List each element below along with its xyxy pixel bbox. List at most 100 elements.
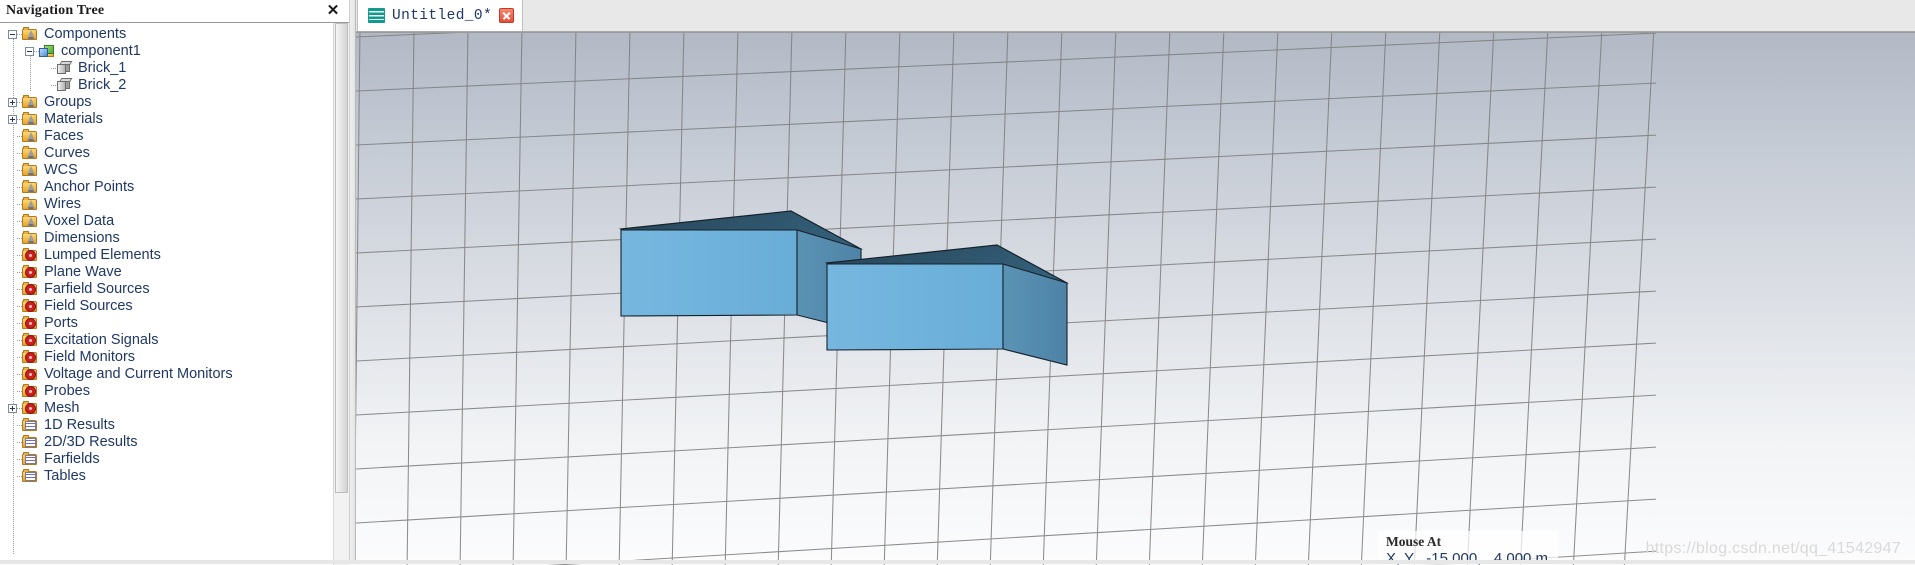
tree-item-component1[interactable]: component1 bbox=[0, 43, 334, 60]
tree-expander-plus[interactable] bbox=[8, 115, 17, 124]
folder-results-icon bbox=[22, 452, 38, 466]
tree-item-wcs[interactable]: WCS bbox=[0, 162, 334, 179]
tree-item-wires[interactable]: Wires bbox=[0, 196, 334, 213]
navigation-tree-list: Components component1 Brick_1 Brick_2 Groups… bbox=[0, 23, 349, 554]
folder-gear-icon bbox=[22, 265, 38, 279]
brick-2-solid bbox=[824, 244, 1069, 366]
tree-expander-plus[interactable] bbox=[8, 404, 17, 413]
tree-item-label: Curves bbox=[44, 145, 90, 161]
tree-item-brick-2[interactable]: Brick_2 bbox=[0, 77, 334, 94]
tree-scrollbar[interactable] bbox=[333, 23, 349, 565]
folder-cone-icon bbox=[22, 163, 38, 177]
tree-item-anchor-points[interactable]: Anchor Points bbox=[0, 179, 334, 196]
navigation-tree-header: Navigation Tree ✕ bbox=[0, 0, 349, 23]
tree-item-materials[interactable]: Materials bbox=[0, 111, 334, 128]
folder-cone-icon bbox=[22, 197, 38, 211]
close-icon[interactable] bbox=[499, 8, 515, 23]
tree-item-label: Faces bbox=[44, 128, 84, 144]
close-icon[interactable]: ✕ bbox=[325, 2, 341, 18]
tree-item-farfields[interactable]: Farfields bbox=[0, 451, 334, 468]
tree-item-label: Lumped Elements bbox=[44, 247, 161, 263]
navigation-tree-panel: Navigation Tree ✕ Components component1 Br… bbox=[0, 0, 349, 565]
3d-scene bbox=[356, 33, 1915, 565]
tree-item-tables[interactable]: Tables bbox=[0, 468, 334, 485]
tree-item-label: Tables bbox=[44, 468, 86, 484]
tree-item-dimensions[interactable]: Dimensions bbox=[0, 230, 334, 247]
tree-item-label: Mesh bbox=[44, 400, 80, 416]
tab-untitled-0[interactable]: Untitled_0* bbox=[357, 0, 524, 31]
brick-icon bbox=[56, 61, 73, 75]
folder-gear-icon bbox=[22, 401, 38, 415]
folder-results-icon bbox=[22, 435, 38, 449]
tree-item-plane-wave[interactable]: Plane Wave bbox=[0, 264, 334, 281]
tab-label: Untitled_0* bbox=[392, 7, 493, 24]
folder-cone-icon bbox=[22, 146, 38, 160]
tree-item-label: Excitation Signals bbox=[44, 332, 159, 348]
application-window: Navigation Tree ✕ Components component1 Br… bbox=[0, 0, 1915, 565]
tree-item-voltage-and-current-monitors[interactable]: Voltage and Current Monitors bbox=[0, 366, 334, 383]
tree-item-label: 1D Results bbox=[44, 417, 115, 433]
tree-item-ports[interactable]: Ports bbox=[0, 315, 334, 332]
folder-results-icon bbox=[22, 418, 38, 432]
tree-item-label: Field Sources bbox=[44, 298, 133, 314]
tree-expander-minus[interactable] bbox=[8, 30, 17, 39]
tree-item-components[interactable]: Components bbox=[0, 26, 334, 43]
component-cube-icon bbox=[39, 44, 55, 58]
folder-gear-icon bbox=[22, 367, 38, 381]
tree-item-label: Probes bbox=[44, 383, 90, 399]
tree-item-curves[interactable]: Curves bbox=[0, 145, 334, 162]
tree-item-label: component1 bbox=[61, 43, 141, 59]
tree-item-label: Anchor Points bbox=[44, 179, 135, 195]
folder-gear-icon bbox=[22, 316, 38, 330]
tree-item-label: Farfields bbox=[44, 451, 100, 467]
tree-item-field-sources[interactable]: Field Sources bbox=[0, 298, 334, 315]
tree-item-faces[interactable]: Faces bbox=[0, 128, 334, 145]
mouse-readout-title: Mouse At bbox=[1386, 534, 1442, 549]
tree-item-1d-results[interactable]: 1D Results bbox=[0, 417, 334, 434]
tree-item-label: Dimensions bbox=[44, 230, 120, 246]
main-area: Untitled_0* Mouse At X, Y -15.000, 4.000… bbox=[356, 0, 1915, 565]
tree-item-mesh[interactable]: Mesh bbox=[0, 400, 334, 417]
folder-gear-icon bbox=[22, 384, 38, 398]
tree-item-brick-1[interactable]: Brick_1 bbox=[0, 60, 334, 77]
folder-cone-icon bbox=[22, 180, 38, 194]
tree-item-label: Components bbox=[44, 26, 127, 42]
tree-item-label: Groups bbox=[44, 94, 92, 110]
window-bottom-strip bbox=[0, 560, 1915, 564]
tree-item-label: Brick_1 bbox=[78, 60, 127, 76]
tree-expander-plus[interactable] bbox=[8, 98, 17, 107]
3d-viewport[interactable]: Mouse At X, Y -15.000, 4.000 m https://b… bbox=[356, 32, 1915, 565]
tree-item-2d-3d-results[interactable]: 2D/3D Results bbox=[0, 434, 334, 451]
tree-expander-minus[interactable] bbox=[25, 47, 34, 56]
panel-splitter[interactable] bbox=[349, 0, 356, 564]
folder-cone-icon bbox=[22, 129, 38, 143]
tree-item-label: Brick_2 bbox=[78, 77, 127, 93]
tree-item-field-monitors[interactable]: Field Monitors bbox=[0, 349, 334, 366]
tree-item-label: Farfield Sources bbox=[44, 281, 150, 297]
folder-cone-icon bbox=[22, 214, 38, 228]
tree-item-label: Field Monitors bbox=[44, 349, 136, 365]
tab-strip: Untitled_0* bbox=[356, 0, 1915, 32]
folder-gear-icon bbox=[22, 282, 38, 296]
folder-gear-icon bbox=[22, 333, 38, 347]
tree-item-voxel-data[interactable]: Voxel Data bbox=[0, 213, 334, 230]
folder-results-icon bbox=[22, 469, 38, 483]
wave-document-icon bbox=[368, 8, 385, 23]
tree-item-groups[interactable]: Groups bbox=[0, 94, 334, 111]
tree-item-label: Plane Wave bbox=[44, 264, 122, 280]
tree-item-label: WCS bbox=[44, 162, 78, 178]
tree-item-excitation-signals[interactable]: Excitation Signals bbox=[0, 332, 334, 349]
folder-gear-icon bbox=[22, 350, 38, 364]
tree-item-probes[interactable]: Probes bbox=[0, 383, 334, 400]
tree-item-lumped-elements[interactable]: Lumped Elements bbox=[0, 247, 334, 264]
tree-item-label: Materials bbox=[44, 111, 103, 127]
tree-item-label: Ports bbox=[44, 315, 78, 331]
folder-cone-icon bbox=[22, 27, 38, 41]
tree-scrollbar-thumb[interactable] bbox=[335, 23, 348, 493]
folder-cone-icon bbox=[22, 95, 38, 109]
brick-icon bbox=[56, 78, 73, 92]
tree-item-label: Voltage and Current Monitors bbox=[44, 366, 233, 382]
navigation-tree-body[interactable]: Components component1 Brick_1 Brick_2 Groups… bbox=[0, 23, 349, 565]
tree-item-label: Wires bbox=[44, 196, 82, 212]
tree-item-farfield-sources[interactable]: Farfield Sources bbox=[0, 281, 334, 298]
